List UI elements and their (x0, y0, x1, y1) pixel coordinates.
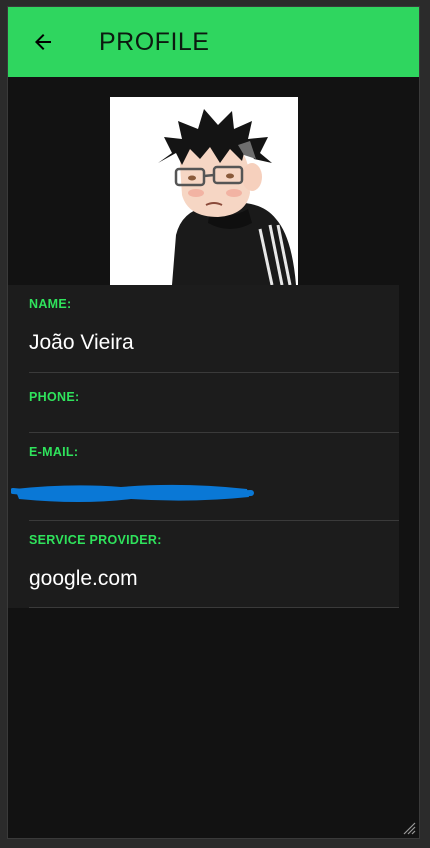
name-label: NAME: (29, 297, 72, 311)
divider (29, 520, 399, 521)
profile-card: NAME: João Vieira PHONE: E-MAIL: SERVICE… (8, 285, 399, 608)
app-window: PROFILE NAME: João Vieira PHONE: E-MAIL:… (7, 6, 420, 839)
back-button[interactable] (24, 23, 62, 61)
provider-value: google.com (29, 567, 138, 590)
email-label: E-MAIL: (29, 445, 79, 459)
avatar (110, 97, 298, 285)
name-section: NAME: João Vieira (29, 297, 399, 369)
phone-section: PHONE: (29, 390, 399, 430)
app-bar: PROFILE (8, 7, 419, 77)
arrow-left-icon (35, 34, 51, 50)
provider-section: SERVICE PROVIDER: google.com (29, 533, 399, 603)
email-redaction (11, 484, 254, 502)
user-avatar-illustration (158, 109, 296, 285)
resize-grip[interactable] (402, 821, 416, 835)
name-value: João Vieira (29, 331, 134, 354)
provider-label: SERVICE PROVIDER: (29, 533, 162, 547)
divider (29, 607, 399, 608)
page-title: PROFILE (99, 28, 210, 56)
divider (29, 432, 399, 433)
resize-grip-icon (403, 822, 416, 835)
divider (29, 372, 399, 373)
phone-label: PHONE: (29, 390, 80, 404)
